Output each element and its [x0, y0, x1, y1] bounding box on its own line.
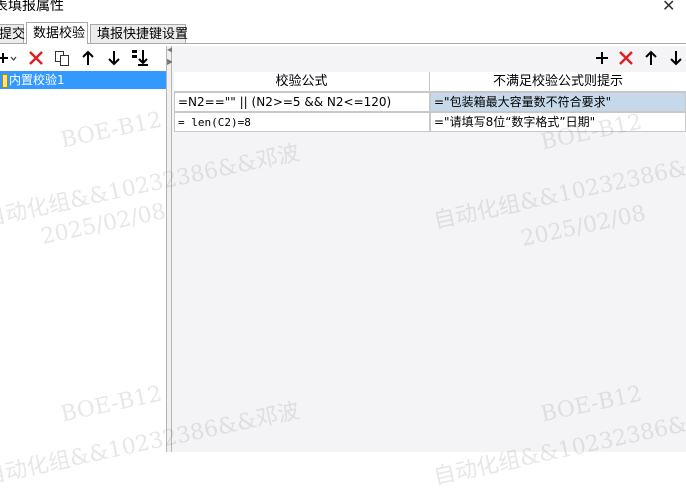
- formula-cell[interactable]: = len(C2)=8: [174, 112, 430, 132]
- formula-move-down-button[interactable]: [666, 48, 686, 68]
- delete-x-icon: [29, 51, 43, 65]
- grid-header: 校验公式 不满足校验公式则提示: [174, 72, 686, 92]
- delete-formula-button[interactable]: [616, 48, 636, 68]
- list-item-label: 内置校验1: [9, 73, 65, 87]
- tab-shortcut-settings[interactable]: 填报快捷键设置: [90, 24, 188, 43]
- plus-icon: [0, 53, 17, 63]
- move-bottom-button[interactable]: [130, 48, 150, 68]
- header-message: 不满足校验公式则提示: [492, 74, 623, 89]
- copy-icon: [55, 51, 69, 66]
- plus-icon: [596, 52, 608, 64]
- message-cell[interactable]: ="包装箱最大容量数不符合要求": [430, 92, 686, 112]
- arrow-down-icon: [108, 51, 120, 66]
- move-down-button[interactable]: [104, 48, 124, 68]
- move-to-bottom-icon: [132, 50, 148, 66]
- arrow-up-icon: [645, 50, 657, 65]
- close-icon[interactable]: ✕: [662, 0, 675, 15]
- left-toolbar: [0, 46, 166, 70]
- formula-move-up-button[interactable]: [641, 48, 661, 68]
- move-up-button[interactable]: [78, 48, 98, 68]
- table-row: =N2=="" || (N2>=5 && N2<=120) ="包装箱最大容量数…: [174, 92, 686, 112]
- copy-button[interactable]: [52, 48, 72, 68]
- list-item[interactable]: 内置校验1: [0, 71, 166, 89]
- window-title: 表填报属性: [0, 0, 64, 14]
- tab-submit[interactable]: 提交: [0, 24, 25, 43]
- title-bar: 表填报属性 ✕: [0, 0, 686, 22]
- add-formula-button[interactable]: [592, 48, 612, 68]
- formula-panel: 校验公式 不满足校验公式则提示 =N2=="" || (N2>=5 && N2<…: [172, 46, 686, 452]
- tab-data-validation[interactable]: 数据校验: [26, 22, 88, 44]
- delete-button[interactable]: [26, 48, 46, 68]
- message-cell[interactable]: ="请填写8位“数字格式”日期": [430, 112, 686, 132]
- item-icon: [2, 73, 8, 88]
- formula-cell[interactable]: =N2=="" || (N2>=5 && N2<=120): [174, 92, 430, 112]
- arrow-down-icon: [670, 51, 682, 66]
- arrow-up-icon: [82, 50, 94, 65]
- header-formula: 校验公式: [174, 72, 430, 91]
- validation-list: 内置校验1: [0, 71, 166, 452]
- table-row: = len(C2)=8 ="请填写8位“数字格式”日期": [174, 112, 686, 132]
- add-dropdown-button[interactable]: [0, 48, 18, 68]
- delete-x-icon: [619, 51, 633, 65]
- right-toolbar: [172, 46, 686, 71]
